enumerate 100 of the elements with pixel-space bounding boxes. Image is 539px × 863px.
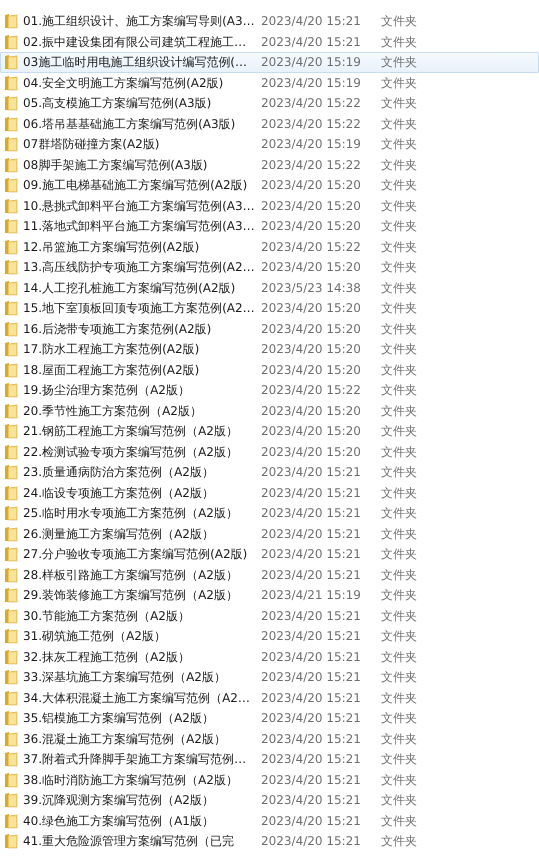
modified-date: 2023/4/20 15:20 xyxy=(261,446,362,458)
file-name: 22.检测试验专项方案编写范例（A2版） xyxy=(23,446,239,458)
file-row[interactable]: 06.塔吊基基础施工方案编写范例(A3版) 2023/4/20 15:22 文件夹 xyxy=(0,114,539,134)
folder-icon xyxy=(4,423,18,440)
file-name: 07群塔防碰撞方案(A2版) xyxy=(23,138,160,150)
file-row[interactable]: 41.重大危险源管理方案编写范例（已完 2023/4/20 15:21 文件夹 xyxy=(0,831,539,852)
file-name: 01.施工组织设计、施工方案编写导则(A3… xyxy=(23,15,256,28)
modified-date: 2023/4/20 15:20 xyxy=(261,261,362,274)
file-row[interactable]: 26.测量施工方案编写范例（A2版） 2023/4/20 15:21 文件夹 xyxy=(0,524,539,544)
file-row[interactable]: 39.沉降观测方案编写范例（A2版） 2023/4/20 15:21 文件夹 xyxy=(0,790,539,810)
file-row[interactable]: 02.振中建设集团有限公司建筑工程施工… 2023/4/20 15:21 文件夹 xyxy=(0,32,539,52)
file-name: 36.混凝土施工方案编写范例（A2版） xyxy=(23,732,227,745)
file-row[interactable]: 21.钢筋工程施工方案编写范例（A2版） 2023/4/20 15:20 文件夹 xyxy=(0,421,539,442)
file-row[interactable]: 18.屋面工程施工方案范例(A2版) 2023/4/20 15:20 文件夹 xyxy=(0,360,539,380)
folder-icon xyxy=(4,710,18,726)
file-name: 04.安全文明施工方案编写范例(A2版) xyxy=(23,76,224,89)
file-row[interactable]: 16.后浇带专项施工方案范例(A2版) 2023/4/20 15:20 文件夹 xyxy=(0,318,539,339)
item-type: 文件夹 xyxy=(381,240,417,253)
modified-date: 2023/5/23 14:38 xyxy=(261,282,362,294)
folder-icon xyxy=(4,464,18,480)
modified-date: 2023/4/20 15:21 xyxy=(261,528,362,540)
folder-icon xyxy=(4,526,18,542)
item-type: 文件夹 xyxy=(381,548,417,560)
file-row[interactable]: 28.样板引路施工方案编写范例（A2版） 2023/4/20 15:21 文件夹 xyxy=(0,564,539,585)
file-row[interactable]: 14.人工挖孔桩施工方案编写范例(A2版) 2023/5/23 14:38 文件夹 xyxy=(0,278,539,298)
modified-date: 2023/4/20 15:21 xyxy=(261,692,362,704)
modified-date: 2023/4/20 15:21 xyxy=(261,712,362,724)
modified-date: 2023/4/20 15:20 xyxy=(261,425,362,438)
folder-icon xyxy=(4,669,18,686)
folder-icon xyxy=(4,792,18,808)
item-type: 文件夹 xyxy=(381,15,417,28)
item-type: 文件夹 xyxy=(381,56,417,68)
file-row[interactable]: 04.安全文明施工方案编写范例(A2版) 2023/4/20 15:19 文件夹 xyxy=(0,72,539,93)
modified-date: 2023/4/20 15:20 xyxy=(261,220,362,232)
folder-icon xyxy=(4,116,18,132)
modified-date: 2023/4/20 15:20 xyxy=(261,179,362,192)
folder-icon xyxy=(4,628,18,644)
file-row[interactable]: 24.临设专项施工方案范例（A2版） 2023/4/20 15:21 文件夹 xyxy=(0,482,539,503)
folder-icon xyxy=(4,648,18,665)
file-name: 06.塔吊基基础施工方案编写范例(A3版) xyxy=(23,118,236,130)
file-name: 05.高支模施工方案编写范例(A3版) xyxy=(23,97,212,110)
file-row[interactable]: 25.临时用水专项施工方案范例（A2版） 2023/4/20 15:21 文件夹 xyxy=(0,503,539,524)
folder-icon xyxy=(4,546,18,562)
file-name: 38.临时消防施工方案编写范例（A2版） xyxy=(23,774,239,786)
file-row[interactable]: 23.质量通病防治方案范例（A2版） 2023/4/20 15:21 文件夹 xyxy=(0,462,539,482)
file-row[interactable]: 07群塔防碰撞方案(A2版) 2023/4/20 15:19 文件夹 xyxy=(0,134,539,154)
item-type: 文件夹 xyxy=(381,97,417,110)
file-name: 03施工临时用电施工组织设计编写范例(… xyxy=(23,56,248,68)
file-name: 11.落地式卸料平台施工方案编写范例(A3… xyxy=(23,220,256,232)
file-row[interactable]: 30.节能施工方案范例（A2版） 2023/4/20 15:21 文件夹 xyxy=(0,606,539,626)
item-type: 文件夹 xyxy=(381,261,417,274)
file-row[interactable]: 12.吊篮施工方案编写范例(A2版) 2023/4/20 15:22 文件夹 xyxy=(0,236,539,257)
file-row[interactable]: 03施工临时用电施工组织设计编写范例(… 2023/4/20 15:19 文件夹 xyxy=(0,52,539,72)
file-name: 14.人工挖孔桩施工方案编写范例(A2版) xyxy=(23,282,236,294)
item-type: 文件夹 xyxy=(381,814,417,827)
modified-date: 2023/4/20 15:21 xyxy=(261,835,362,848)
file-row[interactable]: 19.扬尘治理方案范例（A2版） 2023/4/20 15:22 文件夹 xyxy=(0,380,539,400)
file-row[interactable]: 17.防水工程施工方案范例(A2版) 2023/4/20 15:20 文件夹 xyxy=(0,339,539,360)
file-row[interactable]: 32.抹灰工程施工范例（A2版） 2023/4/20 15:21 文件夹 xyxy=(0,646,539,667)
file-name: 33.深基坑施工方案编写范例（A2版） xyxy=(23,671,227,684)
file-row[interactable]: 33.深基坑施工方案编写范例（A2版） 2023/4/20 15:21 文件夹 xyxy=(0,667,539,688)
folder-icon xyxy=(4,177,18,194)
file-name: 21.钢筋工程施工方案编写范例（A2版） xyxy=(23,425,239,438)
folder-icon xyxy=(4,136,18,152)
modified-date: 2023/4/20 15:19 xyxy=(261,138,362,150)
modified-date: 2023/4/20 15:22 xyxy=(261,158,362,171)
file-row[interactable]: 22.检测试验专项方案编写范例（A2版） 2023/4/20 15:20 文件夹 xyxy=(0,442,539,462)
file-row[interactable]: 01.施工组织设计、施工方案编写导则(A3… 2023/4/20 15:21 文件夹 xyxy=(0,11,539,32)
modified-date: 2023/4/20 15:21 xyxy=(261,486,362,499)
modified-date: 2023/4/20 15:22 xyxy=(261,118,362,130)
file-row[interactable]: 35.铝模施工方案编写范例（A2版） 2023/4/20 15:21 文件夹 xyxy=(0,708,539,728)
file-row[interactable]: 36.混凝土施工方案编写范例（A2版） 2023/4/20 15:21 文件夹 xyxy=(0,728,539,749)
file-row[interactable]: 10.悬挑式卸料平台施工方案编写范例(A3… 2023/4/20 15:20 文件夹 xyxy=(0,196,539,216)
file-row[interactable]: 05.高支模施工方案编写范例(A3版) 2023/4/20 15:22 文件夹 xyxy=(0,93,539,114)
file-row[interactable]: 31.砌筑施工范例（A2版） 2023/4/20 15:21 文件夹 xyxy=(0,626,539,646)
file-row[interactable]: 40.绿色施工方案编写范例（A1版） 2023/4/20 15:21 文件夹 xyxy=(0,810,539,831)
file-name: 40.绿色施工方案编写范例（A1版） xyxy=(23,814,215,827)
folder-icon xyxy=(4,259,18,276)
file-row[interactable]: 29.装饰装修施工方案编写范例（A2版） 2023/4/21 15:19 文件夹 xyxy=(0,585,539,606)
file-row[interactable]: 15.地下室顶板回顶专项施工方案范例(A2… 2023/4/20 15:20 文件夹 xyxy=(0,298,539,318)
folder-icon xyxy=(4,833,18,850)
file-name: 19.扬尘治理方案范例（A2版） xyxy=(23,384,191,396)
folder-icon xyxy=(4,402,18,419)
file-row[interactable]: 34.大体积混凝土施工方案编写范例（A2… 2023/4/20 15:21 文件夹 xyxy=(0,688,539,708)
file-row[interactable]: 38.临时消防施工方案编写范例（A2版） 2023/4/20 15:21 文件夹 xyxy=(0,770,539,790)
file-row[interactable]: 09.施工电梯基础施工方案编写范例(A2版) 2023/4/20 15:20 文件夹 xyxy=(0,175,539,196)
file-row[interactable]: 08脚手架施工方案编写范例(A3版) 2023/4/20 15:22 文件夹 xyxy=(0,154,539,175)
file-row[interactable]: 37.附着式升降脚手架施工方案编写范例… 2023/4/20 15:21 文件夹 xyxy=(0,749,539,770)
file-row[interactable]: 20.季节性施工方案范例（A2版） 2023/4/20 15:20 文件夹 xyxy=(0,400,539,421)
modified-date: 2023/4/20 15:21 xyxy=(261,774,362,786)
file-name: 30.节能施工方案范例（A2版） xyxy=(23,610,191,622)
folder-icon xyxy=(4,320,18,337)
modified-date: 2023/4/20 15:20 xyxy=(261,322,362,335)
file-name: 26.测量施工方案编写范例（A2版） xyxy=(23,528,215,540)
item-type: 文件夹 xyxy=(381,466,417,478)
file-row[interactable]: 11.落地式卸料平台施工方案编写范例(A3… 2023/4/20 15:20 文件夹 xyxy=(0,216,539,236)
modified-date: 2023/4/20 15:22 xyxy=(261,240,362,253)
file-row[interactable]: 27.分户验收专项施工方案编写范例(A2版) 2023/4/20 15:21 文件夹 xyxy=(0,544,539,564)
file-name: 02.振中建设集团有限公司建筑工程施工… xyxy=(23,36,248,48)
file-row[interactable]: 13.高压线防护专项施工方案编写范例(A2… 2023/4/20 15:20 文件夹 xyxy=(0,257,539,278)
